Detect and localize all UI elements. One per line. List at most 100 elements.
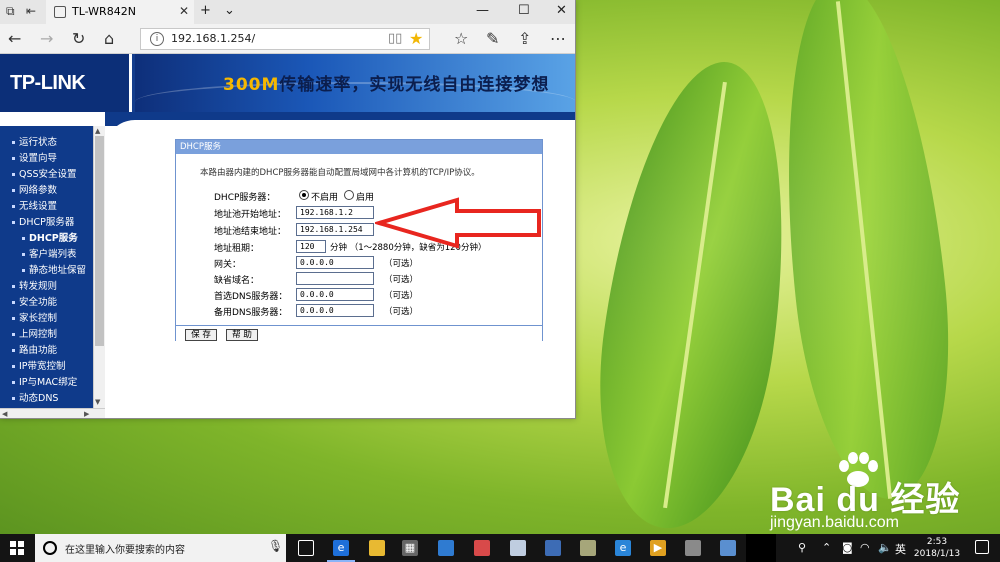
app-icon-6[interactable] [685,540,701,556]
volume-icon[interactable]: 🔈 [878,541,892,554]
app-icon-3[interactable] [510,540,526,556]
sidebar-item-ddns[interactable]: 动态DNS [12,393,58,405]
tab-preview-icon[interactable]: ⧉ [6,4,15,19]
address-url[interactable]: 192.168.1.254/ [171,32,255,45]
minimize-button[interactable]: — [476,3,489,18]
web-note-pen-icon[interactable]: ✎ [486,30,499,48]
task-view-icon[interactable] [298,540,314,556]
pool-end-input[interactable]: 192.168.1.254 [296,223,374,236]
tab-close-icon[interactable]: ✕ [179,4,189,18]
sidebar-item-client-list[interactable]: 客户端列表 [22,249,77,261]
primary-dns-input[interactable]: 0.0.0.0 [296,288,374,301]
pool-start-label: 地址池开始地址： [214,210,287,220]
edge-browser-icon[interactable]: e [333,540,349,556]
site-info-icon[interactable]: i [150,32,164,46]
sidebar-item-access-control[interactable]: 上网控制 [12,329,57,341]
sidebar-vertical-scrollbar[interactable]: ▲ ▼ [93,126,105,408]
internet-explorer-icon[interactable]: e [615,540,631,556]
sidebar-item-dhcp-server[interactable]: DHCP服务器 [12,217,74,229]
tplink-header: TP-LINK 300M传输速率，实现无线自由连接梦想 [0,54,575,112]
app-icon-5[interactable] [580,540,596,556]
secondary-dns-input[interactable]: 0.0.0.0 [296,304,374,317]
dhcp-enable-label[interactable]: 启用 [356,190,374,203]
gateway-input[interactable]: 0.0.0.0 [296,256,374,269]
dhcp-server-label: DHCP服务器： [214,193,276,203]
baidu-watermark-url: jingyan.baidu.com [770,514,899,531]
router-sidebar-menu: 运行状态 设置向导 QSS安全设置 网络参数 无线设置 DHCP服务器 DHCP… [0,126,93,408]
gateway-label: 网关： [214,260,242,270]
save-button[interactable]: 保 存 [185,329,217,341]
app-icon-7[interactable] [720,540,736,556]
taskbar-blank-area [746,534,776,562]
app-icon-2[interactable] [474,540,490,556]
domain-input[interactable] [296,272,374,285]
reading-view-icon[interactable]: ▯▯ [388,31,402,46]
app-icon-1[interactable] [438,540,454,556]
sidebar-item-parental-control[interactable]: 家长控制 [12,313,57,325]
tplink-logo-text: TP-LINK [10,72,86,94]
calculator-icon[interactable]: ▦ [402,540,418,556]
taskbar-clock[interactable]: 2:53 2018/1/13 [912,536,962,560]
scroll-left-icon[interactable]: ◀ [2,410,7,418]
help-button[interactable]: 帮 助 [226,329,258,341]
address-bar[interactable]: i 192.168.1.254/ ▯▯ ★ [140,28,430,50]
scrollbar-thumb[interactable] [95,136,104,346]
sidebar-item-network[interactable]: 网络参数 [12,185,57,197]
scroll-right-icon[interactable]: ▶ [84,410,89,418]
sidebar-item-bandwidth[interactable]: IP带宽控制 [12,361,66,373]
tab-list-button[interactable]: ⌄ [224,3,235,18]
dhcp-disable-label[interactable]: 不启用 [311,190,338,203]
input-method-indicator[interactable]: 英 [895,541,906,557]
media-player-icon[interactable]: ▶ [650,540,666,556]
sidebar-item-wireless[interactable]: 无线设置 [12,201,57,213]
sidebar-item-routing[interactable]: 路由功能 [12,345,57,357]
sidebar-item-static-reservation[interactable]: 静态地址保留 [22,265,86,277]
secondary-dns-optional-hint: （可选） [384,307,419,317]
home-icon[interactable]: ⌂ [104,30,114,48]
tplink-logo: TP-LINK [0,54,132,112]
share-icon[interactable]: ⇪ [518,30,531,48]
tray-up-arrow-icon[interactable]: ⌃ [822,541,831,554]
sidebar-item-forwarding[interactable]: 转发规则 [12,281,57,293]
sidebar-item-dhcp-service[interactable]: DHCP服务 [22,233,78,245]
new-tab-button[interactable]: + [200,3,211,18]
scroll-up-icon[interactable]: ▲ [95,127,100,135]
browser-tab[interactable]: TL-WR842N ✕ [46,0,194,24]
slogan-text: 传输速率，实现无线自由连接梦想 [279,75,550,95]
forward-arrow-icon[interactable]: → [40,30,53,48]
scroll-down-icon[interactable]: ▼ [95,398,100,406]
sidebar-item-ip-mac-binding[interactable]: IP与MAC绑定 [12,377,77,389]
refresh-icon[interactable]: ↻ [72,30,85,48]
sidebar-item-status[interactable]: 运行状态 [12,137,57,149]
dhcp-disable-radio[interactable] [299,190,309,200]
browser-titlebar: ⧉ ⇤ TL-WR842N ✕ + ⌄ — ☐ ✕ [0,0,575,24]
more-menu-icon[interactable]: ⋯ [550,30,566,48]
tray-app-icon[interactable]: ◙ [842,541,853,554]
sidebar-item-qss[interactable]: QSS安全设置 [12,169,77,181]
network-icon[interactable]: ◠ [860,541,870,554]
panel-title: DHCP服务 [176,140,542,154]
taskbar-search-placeholder[interactable]: 在这里输入你要搜索的内容 [65,541,185,556]
lease-input[interactable]: 120 [296,240,326,253]
pool-start-input[interactable]: 192.168.1.2 [296,206,374,219]
set-tabs-aside-icon[interactable]: ⇤ [26,4,36,18]
browser-navbar: ← → ↻ ⌂ i 192.168.1.254/ ▯▯ ★ ☆ ✎ ⇪ ⋯ [0,24,575,54]
secondary-dns-label: 备用DNS服务器： [214,308,288,318]
favorites-hub-icon[interactable]: ☆ [454,30,468,48]
people-icon[interactable]: ⚲ [798,541,806,554]
favorite-star-icon[interactable]: ★ [409,29,423,48]
maximize-button[interactable]: ☐ [518,3,530,18]
windows-start-icon[interactable] [10,541,24,555]
sidebar-item-setup-wizard[interactable]: 设置向导 [12,153,57,165]
file-explorer-icon[interactable] [369,540,385,556]
red-annotation-arrow [375,197,541,249]
back-arrow-icon[interactable]: ← [8,30,21,48]
close-window-button[interactable]: ✕ [556,3,567,18]
sidebar-horizontal-scrollbar[interactable]: ◀ ▶ [0,408,105,418]
action-center-icon[interactable] [975,540,989,554]
microphone-icon[interactable]: 🎙 [268,539,283,553]
sidebar-item-security[interactable]: 安全功能 [12,297,57,309]
taskbar-search-box[interactable]: 在这里输入你要搜索的内容 🎙 [35,534,286,562]
app-icon-4[interactable] [545,540,561,556]
dhcp-enable-radio[interactable] [344,190,354,200]
